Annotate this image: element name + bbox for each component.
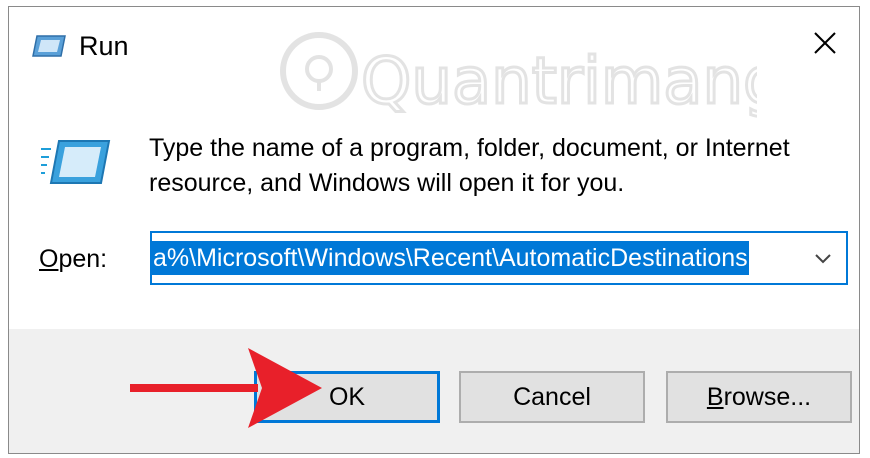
run-icon: [32, 35, 66, 57]
close-icon: [814, 32, 836, 54]
open-label: Open:: [39, 245, 107, 274]
open-input[interactable]: a%\Microsoft\Windows\Recent\AutomaticDes…: [152, 241, 800, 275]
run-icon: [41, 140, 111, 184]
instructions-text: Type the name of a program, folder, docu…: [149, 134, 790, 197]
close-button[interactable]: [791, 7, 859, 79]
browse-label-rest: rowse...: [723, 382, 812, 411]
run-dialog: Run Quantrimang Type the name of a progr…: [8, 6, 860, 454]
open-input-value: a%\Microsoft\Windows\Recent\AutomaticDes…: [152, 241, 749, 275]
ok-button[interactable]: OK: [254, 371, 440, 423]
open-label-rest: pen:: [58, 245, 108, 273]
browse-button[interactable]: Browse...: [666, 371, 852, 423]
open-label-mnemonic: O: [39, 245, 59, 273]
browse-mnemonic: B: [706, 382, 724, 411]
chevron-down-icon: [815, 254, 831, 264]
button-bar: OK Cancel Browse...: [9, 329, 859, 453]
title-bar: Run: [9, 7, 859, 79]
open-combobox[interactable]: a%\Microsoft\Windows\Recent\AutomaticDes…: [150, 231, 848, 285]
cancel-button[interactable]: Cancel: [459, 371, 645, 423]
window-title: Run: [79, 31, 129, 61]
dropdown-button[interactable]: [800, 233, 846, 283]
